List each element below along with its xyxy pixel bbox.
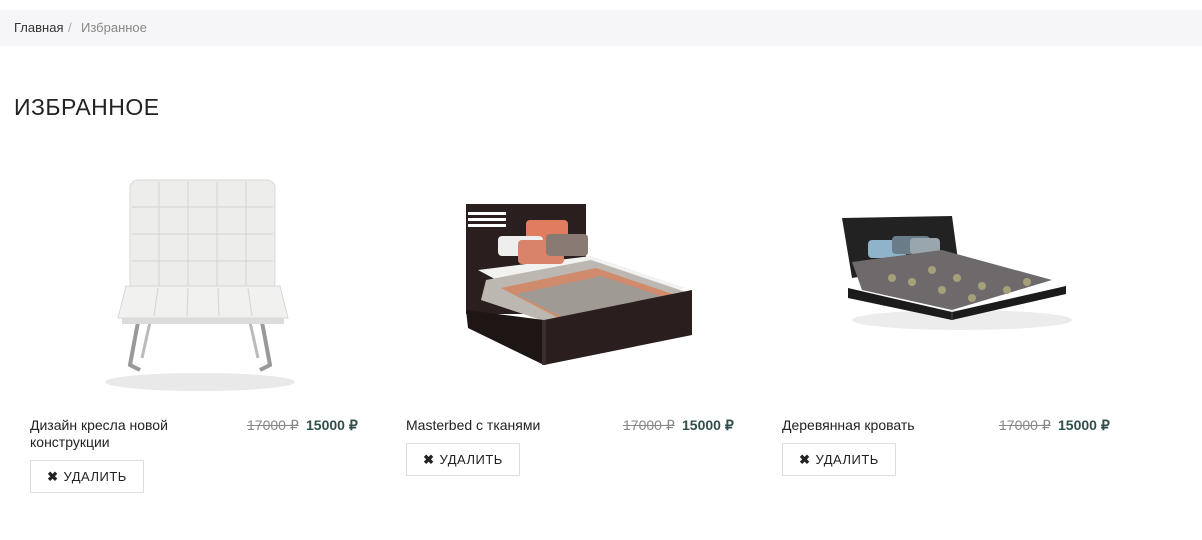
- remove-button-label: УДАЛИТЬ: [63, 469, 127, 484]
- remove-button[interactable]: ✖ УДАЛИТЬ: [406, 443, 520, 476]
- close-icon: ✖: [799, 451, 811, 467]
- product-card: Деревянная кровать 17000 ₽ 15000 ₽ ✖ УДА…: [782, 160, 1122, 500]
- product-image-wooden-bed[interactable]: [782, 160, 1122, 400]
- product-card: Masterbed с тканями 17000 ₽ 15000 ₽ ✖ УД…: [406, 160, 746, 500]
- product-name[interactable]: Дизайн кресла новой конструкции: [30, 417, 230, 451]
- remove-button[interactable]: ✖ УДАЛИТЬ: [782, 443, 896, 476]
- remove-button-label: УДАЛИТЬ: [815, 452, 879, 467]
- close-icon: ✖: [423, 451, 435, 467]
- product-image-masterbed[interactable]: [406, 160, 746, 400]
- remove-button[interactable]: ✖ УДАЛИТЬ: [30, 460, 144, 493]
- breadcrumb-home-link[interactable]: Главная: [14, 10, 63, 46]
- product-new-price: 15000 ₽: [682, 417, 734, 433]
- breadcrumb-separator: /: [68, 20, 72, 35]
- product-old-price: 17000 ₽: [999, 417, 1051, 433]
- product-name[interactable]: Masterbed с тканями: [406, 417, 606, 434]
- product-card: Дизайн кресла новой конструкции 17000 ₽ …: [30, 160, 370, 500]
- breadcrumb: Главная / Избранное: [0, 10, 1202, 46]
- product-old-price: 17000 ₽: [247, 417, 299, 433]
- product-old-price: 17000 ₽: [623, 417, 675, 433]
- remove-button-label: УДАЛИТЬ: [439, 452, 503, 467]
- product-name[interactable]: Деревянная кровать: [782, 417, 982, 434]
- product-image-chair[interactable]: [30, 160, 370, 400]
- page-title: ИЗБРАННОЕ: [14, 94, 160, 120]
- breadcrumb-current: Избранное: [81, 20, 147, 35]
- product-new-price: 15000 ₽: [1058, 417, 1110, 433]
- product-new-price: 15000 ₽: [306, 417, 358, 433]
- close-icon: ✖: [47, 468, 59, 484]
